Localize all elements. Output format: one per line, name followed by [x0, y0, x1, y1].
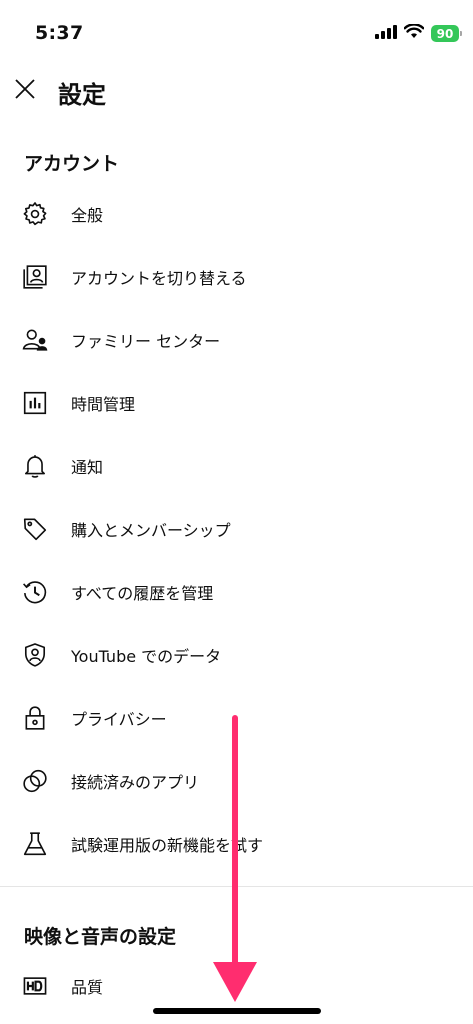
close-icon [14, 78, 36, 104]
switch-account-icon [22, 264, 48, 290]
menu-item-your-data[interactable]: YouTube でのデータ [0, 627, 473, 683]
menu-item-label: 通知 [71, 458, 104, 477]
bell-icon [22, 453, 48, 479]
gear-icon [22, 201, 48, 227]
section-heading-video-audio: 映像と音声の設定 [24, 926, 177, 948]
menu-item-label: ファミリー センター [71, 332, 221, 351]
menu-item-label: 購入とメンバーシップ [71, 521, 231, 540]
menu-item-switch-account[interactable]: アカウントを切り替える [0, 249, 473, 305]
status-icons: 90 [375, 23, 462, 43]
menu-item-label: YouTube でのデータ [71, 647, 222, 666]
connected-apps-icon [22, 768, 48, 794]
status-time: 5:37 [35, 22, 84, 44]
tag-icon [22, 516, 48, 542]
menu-item-label: 品質 [71, 978, 104, 997]
menu-item-label: 試験運用版の新機能を試す [71, 836, 264, 855]
hd-icon [22, 973, 48, 999]
section-heading-account: アカウント [24, 153, 120, 175]
menu-item-experimental-features[interactable]: 試験運用版の新機能を試す [0, 816, 473, 872]
shield-person-icon [22, 642, 48, 668]
menu-item-label: 時間管理 [71, 395, 136, 414]
signal-icon [375, 24, 397, 43]
menu-item-label: プライバシー [71, 710, 167, 729]
status-bar: 5:37 90 [0, 0, 473, 60]
menu-item-label: 接続済みのアプリ [71, 773, 200, 792]
menu-item-label: すべての履歴を管理 [71, 584, 214, 603]
menu-item-general[interactable]: 全般 [0, 186, 473, 242]
header: 設定 [0, 66, 473, 116]
menu-item-purchases[interactable]: 購入とメンバーシップ [0, 501, 473, 557]
battery-icon: 90 [431, 25, 462, 42]
section-divider [0, 886, 473, 887]
close-button[interactable] [12, 78, 38, 104]
menu-item-quality[interactable]: 品質 [0, 958, 473, 1014]
menu-item-time-management[interactable]: 時間管理 [0, 375, 473, 431]
menu-item-family-center[interactable]: ファミリー センター [0, 312, 473, 368]
history-icon [22, 579, 48, 605]
page-title: 設定 [58, 81, 106, 109]
menu-item-history[interactable]: すべての履歴を管理 [0, 564, 473, 620]
family-center-icon [22, 327, 48, 353]
home-indicator [153, 1008, 321, 1014]
wifi-icon [403, 23, 425, 43]
menu-item-connected-apps[interactable]: 接続済みのアプリ [0, 753, 473, 809]
menu-item-privacy[interactable]: プライバシー [0, 690, 473, 746]
menu-item-label: 全般 [71, 206, 104, 225]
flask-icon [22, 831, 48, 857]
time-management-icon [22, 390, 48, 416]
lock-icon [22, 705, 48, 731]
menu-item-label: アカウントを切り替える [71, 269, 247, 288]
menu-item-notifications[interactable]: 通知 [0, 438, 473, 494]
